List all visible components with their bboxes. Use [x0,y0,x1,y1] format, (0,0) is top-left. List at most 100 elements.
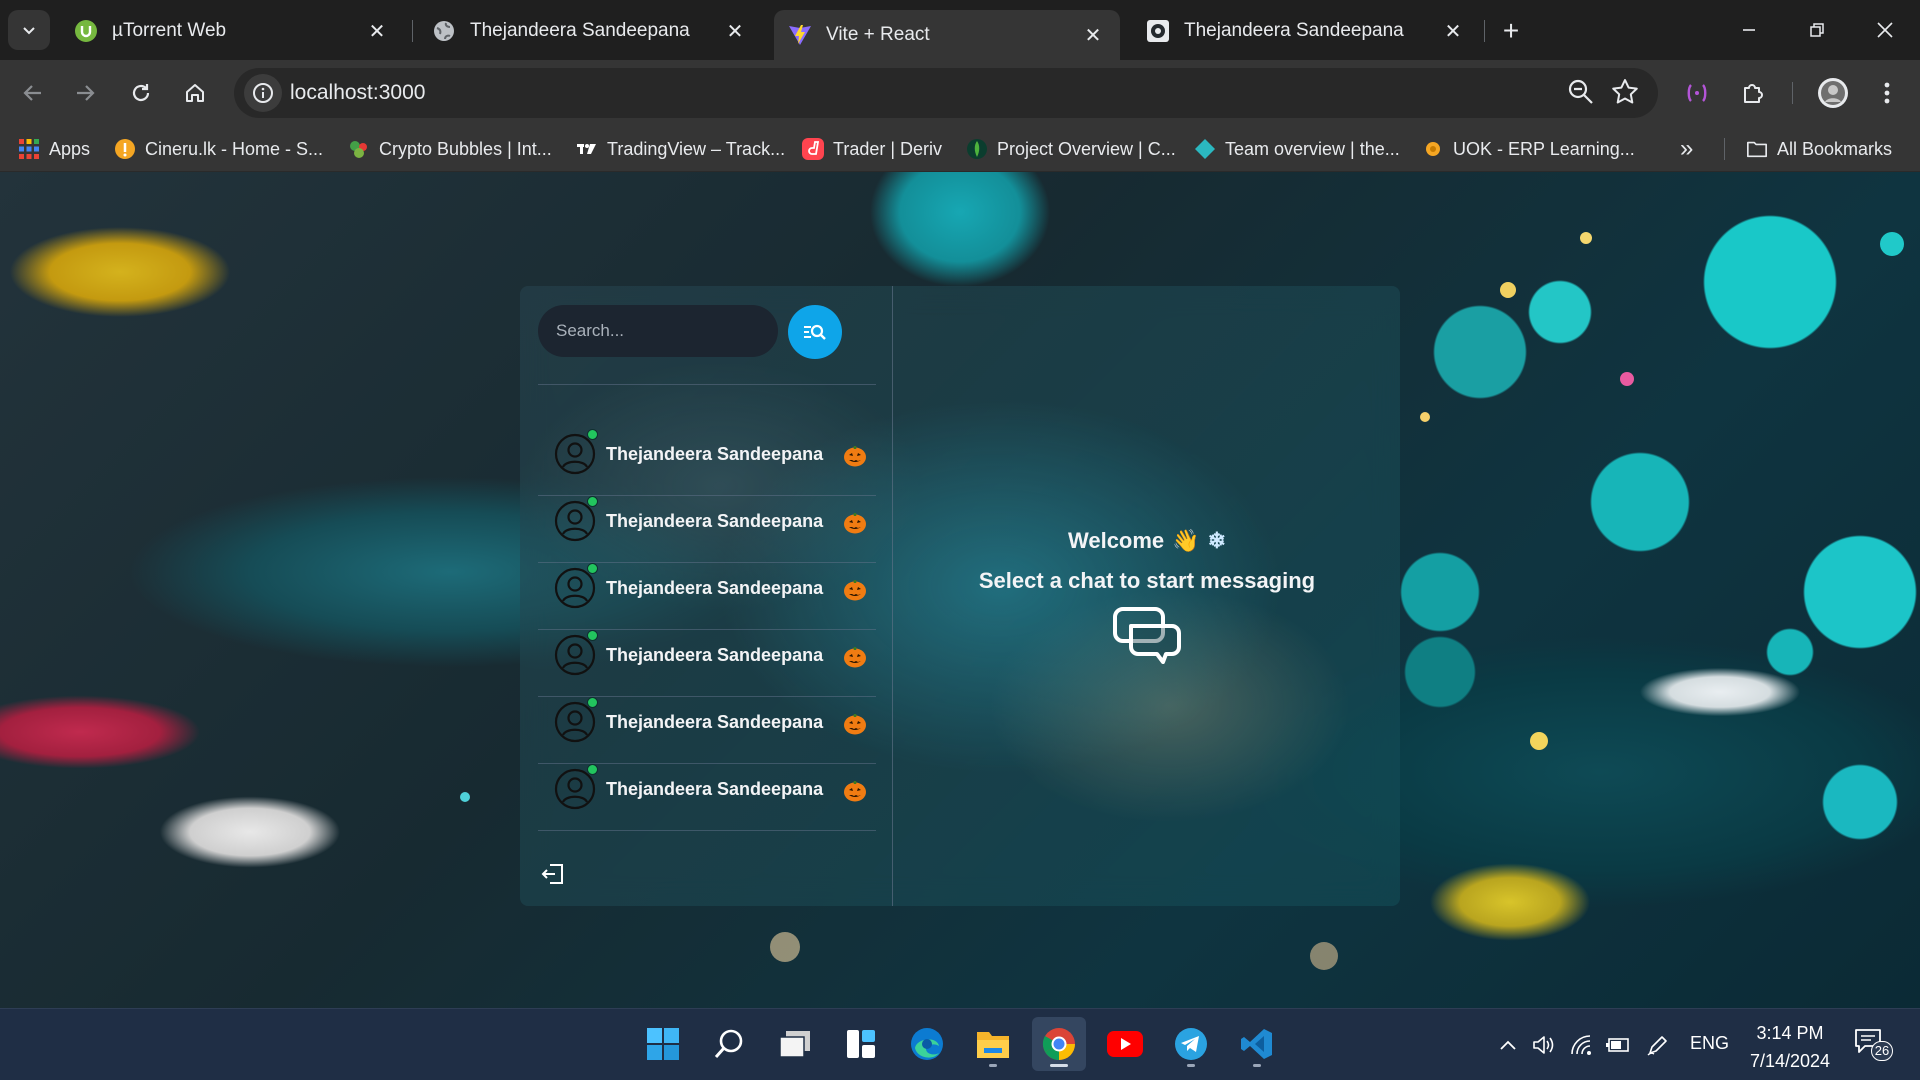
pumpkin-icon [842,777,868,803]
taskbar-search-button[interactable] [702,1017,756,1071]
avatar [554,563,598,609]
tab-close-button[interactable]: ✕ [1080,22,1106,48]
all-bookmarks-label: All Bookmarks [1777,138,1893,159]
conversation-item[interactable]: Thejandeera Sandeepana [536,555,876,621]
bookmark-apps[interactable]: Apps [18,135,90,163]
minimize-button[interactable] [1726,8,1772,52]
running-indicator [1187,1064,1195,1067]
pumpkin-icon [842,509,868,535]
tab-separator [412,20,413,42]
bookmark-label: Team overview | the... [1225,138,1400,159]
conversation-item[interactable]: Thejandeera Sandeepana [536,756,876,822]
home-button[interactable] [174,72,216,114]
bokeh-dot [1620,372,1634,386]
diamond-icon [1194,138,1216,160]
bookmark-project-overview[interactable]: Project Overview | C... [966,135,1176,163]
zoom-out-icon [1568,79,1593,104]
youtube-icon [1107,1031,1143,1057]
bookmark-label: Crypto Bubbles | Int... [379,138,552,159]
vscode-button[interactable] [1230,1017,1284,1071]
bookmark-uok-erp[interactable]: UOK - ERP Learning... [1422,135,1635,163]
bookmark-deriv[interactable]: Trader | Deriv [802,135,942,163]
mongodb-icon [966,138,988,160]
bookmark-star-button[interactable] [1610,77,1640,112]
divider [538,384,876,385]
windows-start-icon [647,1028,679,1060]
extensions-menu-button[interactable] [1732,72,1774,114]
tab-thejandeera-2[interactable]: Thejandeera Sandeepana ✕ [1132,10,1480,52]
address-bar[interactable]: localhost:3000 [234,68,1658,118]
notification-center-button[interactable]: 26 [1853,1027,1893,1063]
chrome-button[interactable] [1032,1017,1086,1071]
battery-button[interactable] [1604,1031,1632,1059]
site-info-button[interactable] [244,74,282,112]
vscode-icon [1241,1029,1272,1059]
youtube-button[interactable] [1098,1017,1152,1071]
bokeh-dot [460,792,470,802]
input-language[interactable]: ENG [1690,1033,1729,1054]
conversation-name: Thejandeera Sandeepana [606,510,824,531]
tab-close-button[interactable]: ✕ [1440,18,1466,44]
show-hidden-icons-button[interactable] [1494,1031,1522,1059]
logout-button[interactable] [540,861,566,887]
tab-search-button[interactable] [8,10,50,50]
bookmark-team-overview[interactable]: Team overview | the... [1194,135,1400,163]
avatar [1818,78,1848,108]
start-button[interactable] [636,1017,690,1071]
tab-vite-react[interactable]: Vite + React ✕ [774,10,1120,60]
url-text[interactable]: localhost:3000 [290,81,425,105]
tab-separator [1484,20,1485,42]
bookmark-cineru[interactable]: Cineru.lk - Home - S... [114,135,323,163]
avatar [554,429,598,475]
profile-button[interactable] [1812,72,1854,114]
bookmark-tradingview[interactable]: TradingView – Track... [576,135,785,163]
pen-button[interactable] [1644,1031,1672,1059]
telegram-button[interactable] [1164,1017,1218,1071]
edge-button[interactable] [900,1017,954,1071]
volume-button[interactable] [1530,1031,1558,1059]
chrome-menu-button[interactable] [1866,72,1908,114]
running-indicator [989,1064,997,1067]
wifi-button[interactable] [1568,1031,1596,1059]
back-button[interactable] [12,72,54,114]
conversation-item[interactable]: Thejandeera Sandeepana [536,622,876,688]
conversation-item[interactable]: Thejandeera Sandeepana [536,421,876,487]
apps-grid-icon [18,138,40,160]
tab-close-button[interactable]: ✕ [722,18,748,44]
clock[interactable]: 3:14 PM 7/14/2024 [1740,1019,1840,1075]
avatar [554,496,598,542]
zoom-button[interactable] [1566,77,1596,112]
conversation-name: Thejandeera Sandeepana [606,443,824,464]
search-button[interactable] [788,305,842,359]
conversation-item[interactable]: Thejandeera Sandeepana [536,689,876,755]
bookmark-crypto-bubbles[interactable]: Crypto Bubbles | Int... [348,135,552,163]
tab-close-button[interactable]: ✕ [364,18,390,44]
conversation-item[interactable]: Thejandeera Sandeepana [536,488,876,554]
search-input[interactable] [538,305,778,357]
extension-button[interactable] [1676,72,1718,114]
info-icon [253,83,273,103]
utorrent-icon [74,19,98,43]
arrow-left-icon [23,85,41,101]
bookmarks-overflow-button[interactable]: » [1680,135,1693,163]
tab-thejandeera-1[interactable]: Thejandeera Sandeepana ✕ [418,10,762,52]
globe-icon [432,19,456,43]
file-explorer-button[interactable] [966,1017,1020,1071]
widgets-button[interactable] [834,1017,888,1071]
all-bookmarks-button[interactable]: All Bookmarks [1746,135,1892,163]
close-window-button[interactable] [1862,8,1908,52]
page-background: Thejandeera Sandeepana Thejandeera Sande… [0,172,1920,1008]
restore-button[interactable] [1794,8,1840,52]
pumpkin-icon [842,442,868,468]
reload-button[interactable] [120,72,162,114]
deriv-icon [802,138,824,160]
chevron-up-icon [1500,1040,1516,1050]
forward-button[interactable] [64,72,106,114]
bokeh-dot [1310,942,1338,970]
pen-icon [1647,1036,1667,1056]
bookmark-label: Apps [49,138,91,159]
tradingview-icon [576,138,598,160]
tab-utorrent[interactable]: µTorrent Web ✕ [60,10,404,52]
new-tab-button[interactable]: + [1494,14,1528,48]
task-view-button[interactable] [768,1017,822,1071]
